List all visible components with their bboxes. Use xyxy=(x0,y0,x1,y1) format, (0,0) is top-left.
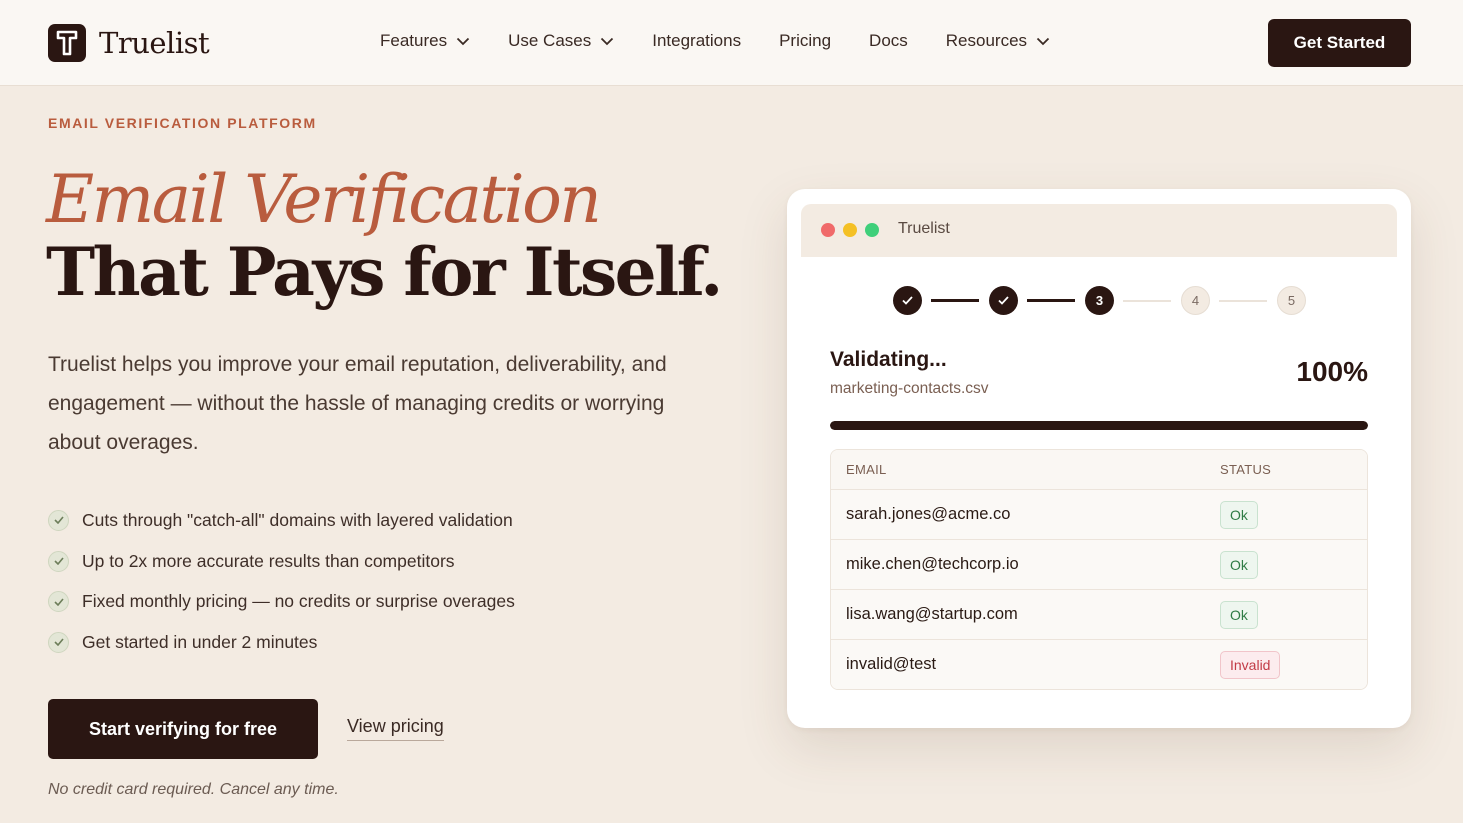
nav-item-features[interactable]: Features xyxy=(380,31,470,51)
nav-item-docs[interactable]: Docs xyxy=(869,31,908,51)
feature-text: Get started in under 2 minutes xyxy=(82,631,318,652)
results-table: EMAIL STATUS sarah.jones@acme.co Ok mike… xyxy=(830,449,1368,690)
step-connector xyxy=(1219,300,1267,302)
hero-title-line1: Email Verification xyxy=(46,161,602,238)
hero-lead: Truelist helps you improve your email re… xyxy=(48,353,667,454)
window-minimize-dot xyxy=(843,223,857,237)
check-icon xyxy=(902,296,913,305)
nav-item-label: Integrations xyxy=(652,31,742,50)
feature-item: Fixed monthly pricing — no credits or su… xyxy=(48,581,515,622)
verification-demo-card: Truelist 3 4 5 Validating... marketing-c… xyxy=(787,189,1411,728)
email-cell: mike.chen@techcorp.io xyxy=(846,555,1019,573)
chevron-down-icon xyxy=(456,37,470,45)
window-close-dot xyxy=(821,223,835,237)
feature-text: Cuts through "catch-all" domains with la… xyxy=(82,509,513,530)
step-2-complete xyxy=(989,286,1018,315)
feature-text: Up to 2x more accurate results than comp… xyxy=(82,550,455,571)
progress-bar xyxy=(830,421,1368,430)
view-pricing-link[interactable]: View pricing xyxy=(347,716,444,741)
nav-item-integrations[interactable]: Integrations xyxy=(652,31,741,51)
validation-status: Validating... xyxy=(830,348,947,371)
nav-item-use-cases[interactable]: Use Cases xyxy=(508,31,614,51)
file-name: marketing-contacts.csv xyxy=(830,380,989,397)
table-row: mike.chen@techcorp.io Ok xyxy=(831,540,1367,590)
start-verifying-button[interactable]: Start verifying for free xyxy=(48,699,318,759)
progress-stepper: 3 4 5 xyxy=(787,286,1411,316)
nav-item-label: Use Cases xyxy=(508,31,592,50)
step-connector xyxy=(1027,299,1075,302)
brand-name: Truelist xyxy=(99,26,210,60)
status-badge: Ok xyxy=(1220,501,1258,529)
hero-note: No credit card required. Cancel any time… xyxy=(48,781,339,798)
status-badge: Ok xyxy=(1220,551,1258,579)
status-badge: Invalid xyxy=(1220,651,1281,679)
hero-title-line2: That Pays for Itself. xyxy=(46,233,723,311)
get-started-button[interactable]: Get Started xyxy=(1268,19,1411,67)
status-badge: Ok xyxy=(1220,601,1258,629)
nav-menu: Features Use Cases Integrations Pricing … xyxy=(380,31,1088,51)
chevron-down-icon xyxy=(601,37,614,45)
nav-item-label: Resources xyxy=(945,31,1028,50)
nav-item-resources[interactable]: Resources xyxy=(946,31,1050,51)
feature-item: Get started in under 2 minutes xyxy=(48,622,515,663)
hero-eyebrow: EMAIL VERIFICATION PLATFORM xyxy=(48,115,317,131)
step-connector xyxy=(931,299,979,302)
logo-mark-icon xyxy=(48,24,86,62)
nav-item-label: Pricing xyxy=(779,31,832,50)
window-titlebar: Truelist xyxy=(801,204,1397,257)
table-row: invalid@test Invalid xyxy=(831,640,1367,689)
column-header-status: STATUS xyxy=(1220,462,1272,477)
nav-item-pricing[interactable]: Pricing xyxy=(779,31,831,51)
nav-item-label: Docs xyxy=(869,31,908,50)
window-maximize-dot xyxy=(865,223,879,237)
progress-percent: 100% xyxy=(1296,356,1368,387)
email-cell: sarah.jones@acme.co xyxy=(846,505,1011,523)
check-icon xyxy=(48,509,69,531)
email-cell: lisa.wang@startup.com xyxy=(846,605,1018,623)
step-connector xyxy=(1123,300,1171,302)
check-icon xyxy=(998,296,1009,305)
step-3-current: 3 xyxy=(1085,286,1114,315)
window-title: Truelist xyxy=(898,220,950,237)
chevron-down-icon xyxy=(1036,37,1050,45)
feature-text: Fixed monthly pricing — no credits or su… xyxy=(82,591,515,612)
step-4: 4 xyxy=(1181,286,1210,315)
brand-logo[interactable]: Truelist xyxy=(48,24,210,62)
feature-item: Cuts through "catch-all" domains with la… xyxy=(48,500,515,541)
feature-list: Cuts through "catch-all" domains with la… xyxy=(48,500,515,663)
column-header-email: EMAIL xyxy=(846,462,887,477)
check-icon xyxy=(48,591,69,613)
step-1-complete xyxy=(893,286,922,315)
check-icon xyxy=(48,631,69,653)
email-cell: invalid@test xyxy=(846,655,937,673)
table-row: lisa.wang@startup.com Ok xyxy=(831,590,1367,640)
check-icon xyxy=(48,550,69,572)
nav-item-label: Features xyxy=(380,31,448,50)
table-row: sarah.jones@acme.co Ok xyxy=(831,490,1367,540)
progress-bar-fill xyxy=(830,421,1368,430)
step-5: 5 xyxy=(1277,286,1306,315)
feature-item: Up to 2x more accurate results than comp… xyxy=(48,541,515,582)
table-header: EMAIL STATUS xyxy=(831,450,1367,490)
top-navigation: Truelist Features Use Cases Integrations… xyxy=(0,0,1463,86)
